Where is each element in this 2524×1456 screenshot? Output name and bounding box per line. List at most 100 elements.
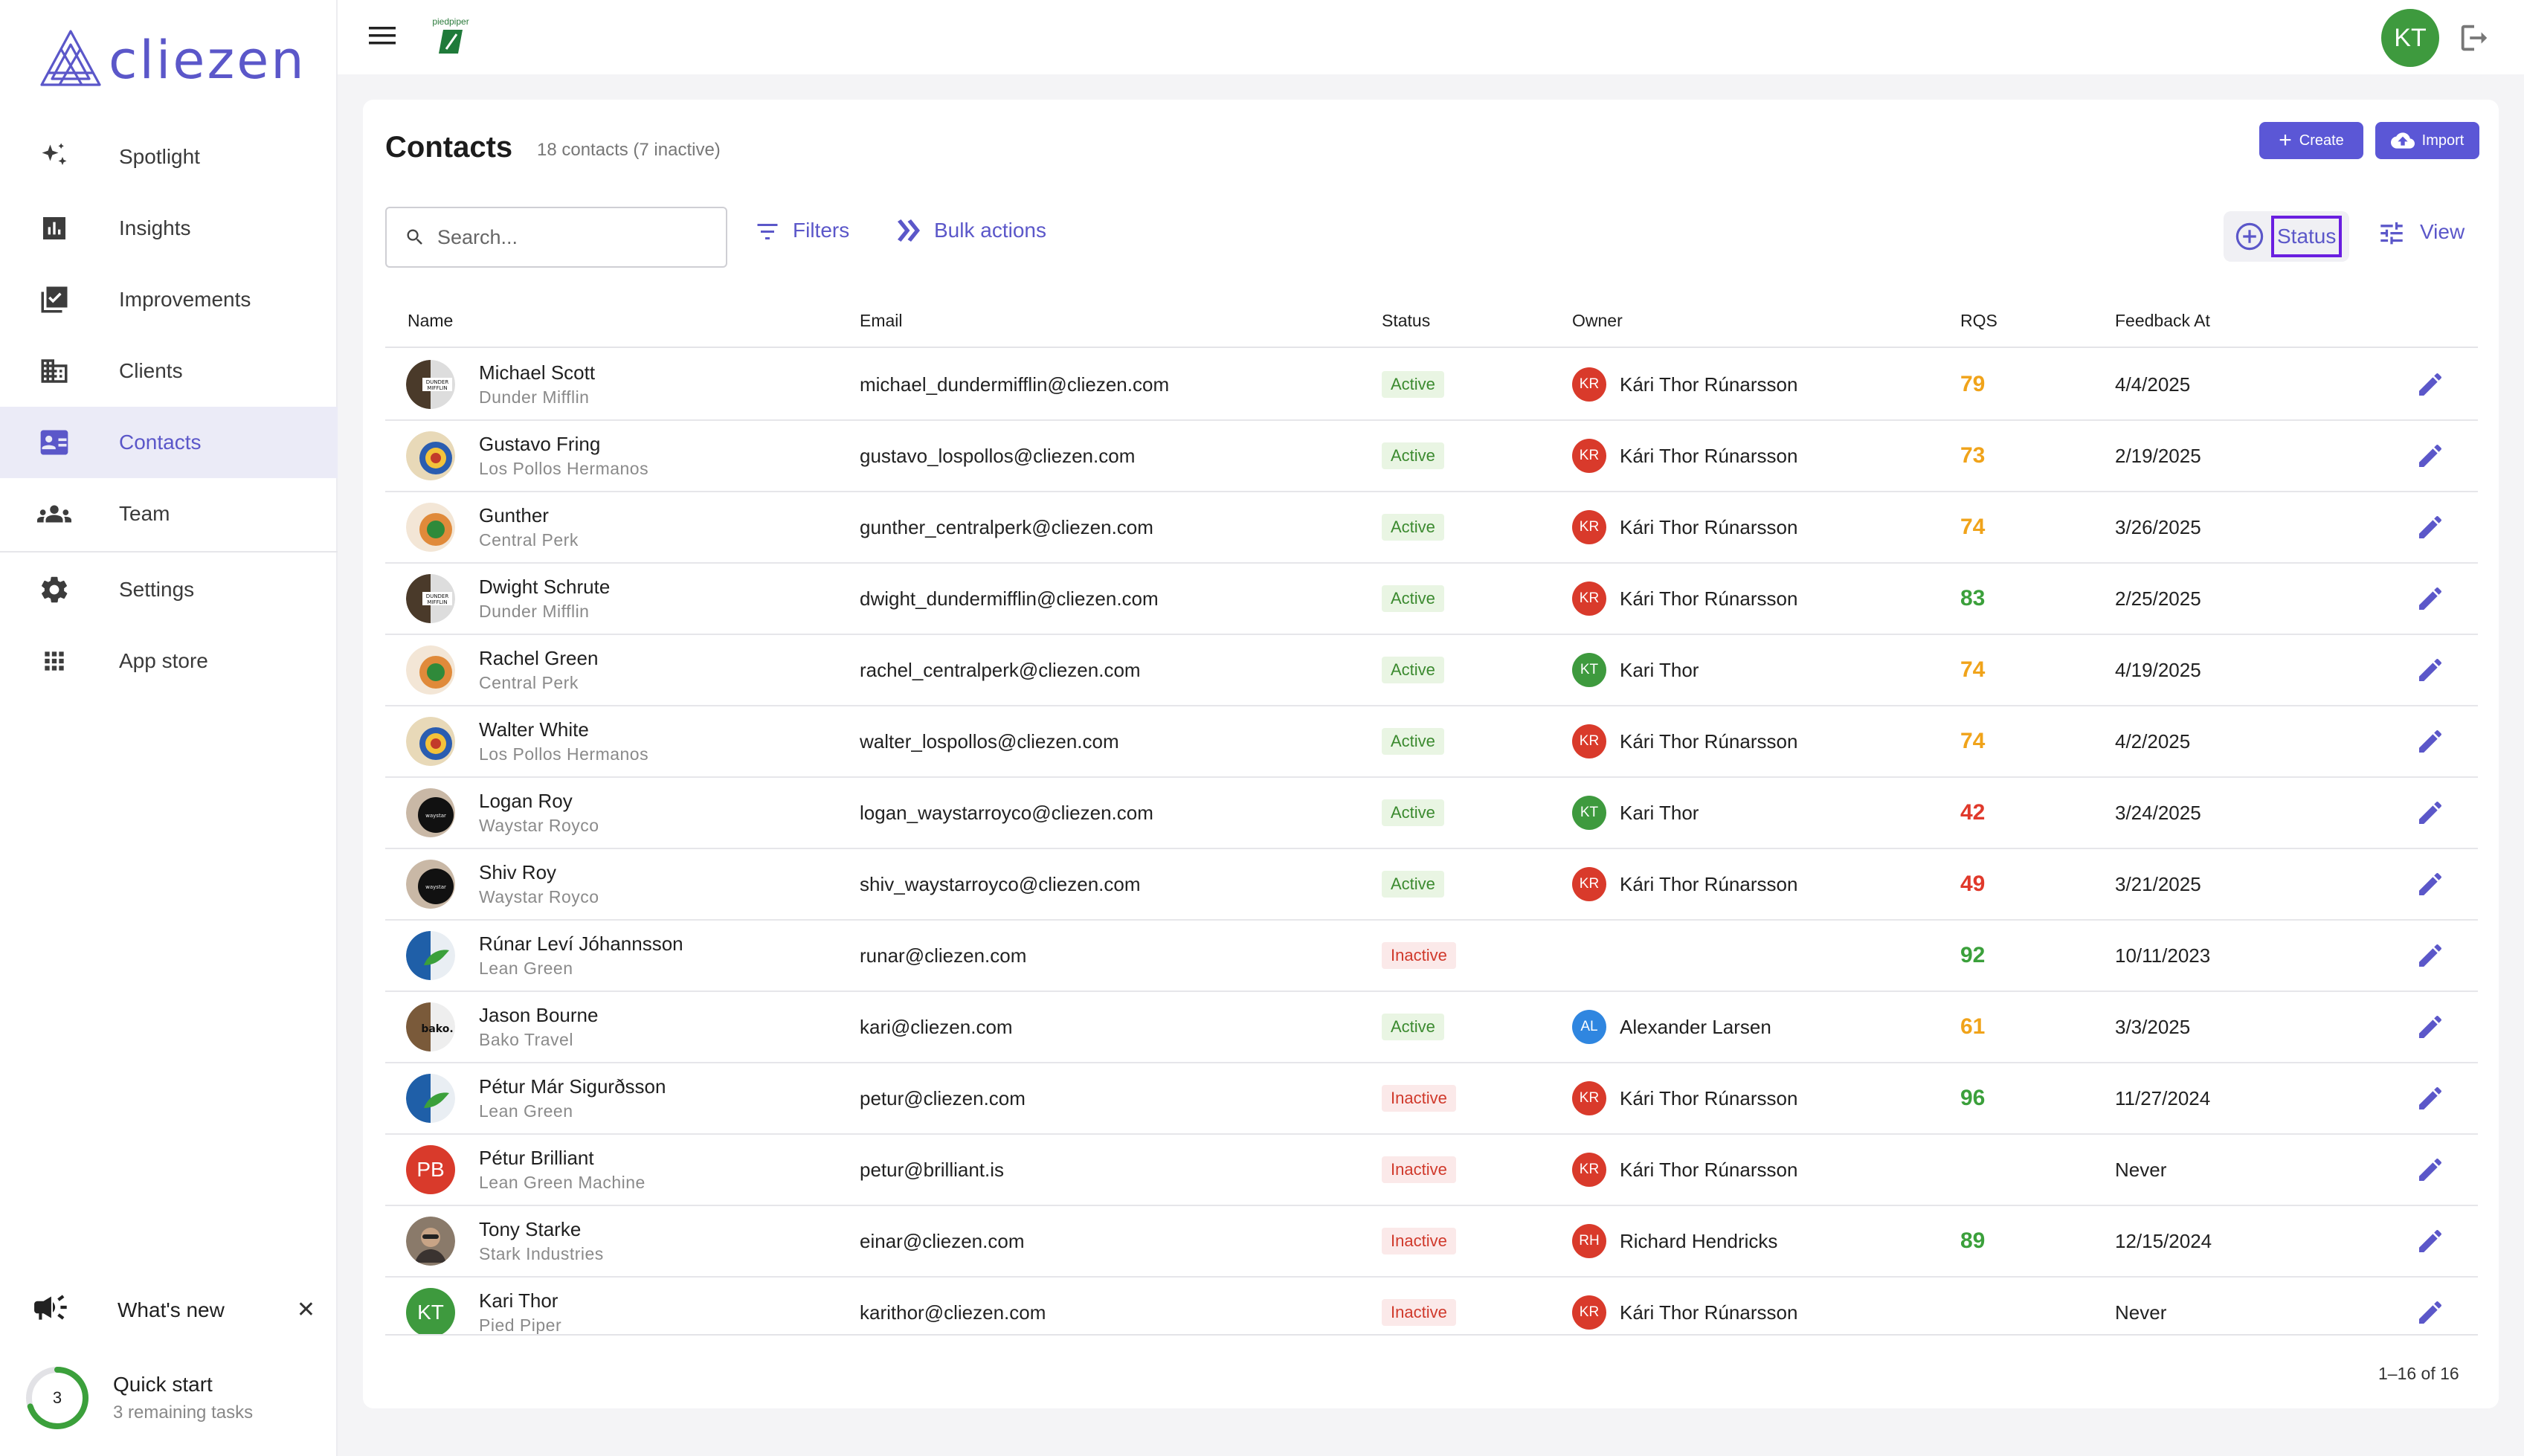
contact-company: Dunder Mifflin <box>479 602 590 621</box>
contact-avatar: DUNDER MIFFLIN <box>406 360 455 409</box>
owner-cell: KT Kari Thor <box>1572 635 1699 705</box>
contact-avatar <box>406 931 455 980</box>
edit-button[interactable] <box>2415 778 2445 848</box>
import-button[interactable]: Import <box>2375 122 2479 159</box>
sidebar-item-app-store[interactable]: App store <box>0 625 338 697</box>
contact-name[interactable]: Pétur Brilliant <box>479 1147 594 1170</box>
column-header-rqs[interactable]: RQS <box>1960 311 1997 331</box>
edit-button[interactable] <box>2415 1206 2445 1276</box>
edit-button[interactable] <box>2415 635 2445 705</box>
table-row[interactable]: Rachel Green Central Perk rachel_central… <box>385 635 2478 706</box>
view-button[interactable]: View <box>2377 219 2465 245</box>
sidebar-item-settings[interactable]: Settings <box>0 554 338 625</box>
sidebar-item-insights[interactable]: Insights <box>0 193 338 264</box>
edit-button[interactable] <box>2415 349 2445 419</box>
table-row[interactable]: PB Pétur Brilliant Lean Green Machine pe… <box>385 1135 2478 1206</box>
owner-cell: KR Kári Thor Rúnarsson <box>1572 349 1797 419</box>
contact-name[interactable]: Tony Starke <box>479 1218 581 1241</box>
contact-name[interactable]: Rachel Green <box>479 647 598 670</box>
table-row[interactable]: Pétur Már Sigurðsson Lean Green petur@cl… <box>385 1063 2478 1135</box>
owner-avatar: KR <box>1572 1153 1606 1187</box>
edit-button[interactable] <box>2415 492 2445 562</box>
nav-divider <box>0 551 338 553</box>
sidebar-item-team[interactable]: Team <box>0 478 338 550</box>
user-avatar[interactable]: KT <box>2381 9 2439 67</box>
edit-button[interactable] <box>2415 564 2445 634</box>
quick-start[interactable]: 3 Quick start 3 remaining tasks <box>24 1365 253 1431</box>
contact-name[interactable]: Jason Bourne <box>479 1004 598 1027</box>
contact-name[interactable]: Michael Scott <box>479 361 595 384</box>
edit-button[interactable] <box>2415 1278 2445 1334</box>
brand-logo[interactable]: cliezen <box>37 27 306 94</box>
column-header-email[interactable]: Email <box>860 311 903 331</box>
contact-name[interactable]: Shiv Roy <box>479 861 556 884</box>
contact-email: kari@cliezen.com <box>860 1015 1013 1038</box>
table-row[interactable]: Gunther Central Perk gunther_centralperk… <box>385 492 2478 564</box>
logout-icon[interactable] <box>2457 21 2491 55</box>
contact-name[interactable]: Kari Thor <box>479 1289 558 1312</box>
sidebar-item-clients[interactable]: Clients <box>0 335 338 407</box>
table-row[interactable]: waystar Shiv Roy Waystar Royco shiv_ways… <box>385 849 2478 921</box>
column-header-owner[interactable]: Owner <box>1572 311 1623 331</box>
sidebar-item-label: Team <box>119 502 170 525</box>
sidebar-item-spotlight[interactable]: Spotlight <box>0 121 338 193</box>
filters-button[interactable]: Filters <box>754 219 849 242</box>
search-input[interactable] <box>437 225 705 249</box>
feedback-date: 2/25/2025 <box>2115 587 2201 610</box>
owner-avatar: KR <box>1572 367 1606 402</box>
contact-name[interactable]: Walter White <box>479 718 589 741</box>
table-row[interactable]: Walter White Los Pollos Hermanos walter_… <box>385 706 2478 778</box>
whats-new[interactable]: What's new ✕ <box>33 1290 315 1330</box>
table-row[interactable]: DUNDER MIFFLIN Michael Scott Dunder Miffl… <box>385 349 2478 421</box>
table-row[interactable]: DUNDER MIFFLIN Dwight Schrute Dunder Miff… <box>385 564 2478 635</box>
contact-name[interactable]: Gustavo Fring <box>479 433 600 456</box>
table-row[interactable]: waystar Logan Roy Waystar Royco logan_wa… <box>385 778 2478 849</box>
column-header-feedback[interactable]: Feedback At <box>2115 311 2210 331</box>
edit-button[interactable] <box>2415 992 2445 1062</box>
column-header-name[interactable]: Name <box>408 311 453 331</box>
svg-text:waystar: waystar <box>425 884 446 890</box>
table-row[interactable]: bako. Jason Bourne Bako Travel kari@clie… <box>385 992 2478 1063</box>
contact-avatar <box>406 717 455 766</box>
owner-name: Kári Thor Rúnarsson <box>1620 1301 1798 1324</box>
contact-name[interactable]: Pétur Már Sigurðsson <box>479 1075 666 1098</box>
search-box[interactable] <box>385 207 727 268</box>
contact-avatar: waystar <box>406 860 455 909</box>
double-chevron-right-icon <box>898 219 920 242</box>
sidebar-item-improvements[interactable]: Improvements <box>0 264 338 335</box>
contact-name[interactable]: Dwight Schrute <box>479 576 610 599</box>
contact-name[interactable]: Logan Roy <box>479 790 573 813</box>
org-logo[interactable]: piedpiper <box>428 16 473 58</box>
contacts-table-body: DUNDER MIFFLIN Michael Scott Dunder Miffl… <box>385 349 2478 1336</box>
bulk-actions-button[interactable]: Bulk actions <box>895 219 1046 242</box>
column-header-status[interactable]: Status <box>1382 311 1430 331</box>
rqs-score: 49 <box>1960 872 1986 896</box>
edit-button[interactable] <box>2415 421 2445 491</box>
owner-avatar: KT <box>1572 653 1606 687</box>
status-filter-button[interactable]: Status <box>2224 211 2350 262</box>
contact-name[interactable]: Rúnar Leví Jóhannsson <box>479 932 683 956</box>
edit-button[interactable] <box>2415 706 2445 776</box>
edit-button[interactable] <box>2415 1135 2445 1205</box>
sidebar-item-contacts[interactable]: Contacts <box>0 407 338 478</box>
table-row[interactable]: Gustavo Fring Los Pollos Hermanos gustav… <box>385 421 2478 492</box>
owner-avatar: KR <box>1572 1295 1606 1330</box>
contact-avatar: KT <box>406 1288 455 1334</box>
contact-name[interactable]: Gunther <box>479 504 549 527</box>
menu-icon[interactable] <box>367 24 397 48</box>
create-button[interactable]: + Create <box>2259 122 2363 159</box>
status-badge: Active <box>1382 371 1444 398</box>
feedback-date: 10/11/2023 <box>2115 944 2211 967</box>
owner-cell: AL Alexander Larsen <box>1572 992 1771 1062</box>
edit-button[interactable] <box>2415 921 2445 990</box>
table-row[interactable]: Tony Starke Stark Industries einar@cliez… <box>385 1206 2478 1278</box>
status-filter-label: Status <box>2271 216 2343 257</box>
edit-button[interactable] <box>2415 849 2445 919</box>
sidebar-item-label: Spotlight <box>119 145 200 168</box>
contact-company: Central Perk <box>479 530 579 550</box>
table-row[interactable]: Rúnar Leví Jóhannsson Lean Green runar@c… <box>385 921 2478 992</box>
status-badge: Active <box>1382 728 1444 755</box>
edit-button[interactable] <box>2415 1063 2445 1133</box>
table-row[interactable]: KT Kari Thor Pied Piper karithor@cliezen… <box>385 1278 2478 1334</box>
close-icon[interactable]: ✕ <box>297 1297 315 1323</box>
